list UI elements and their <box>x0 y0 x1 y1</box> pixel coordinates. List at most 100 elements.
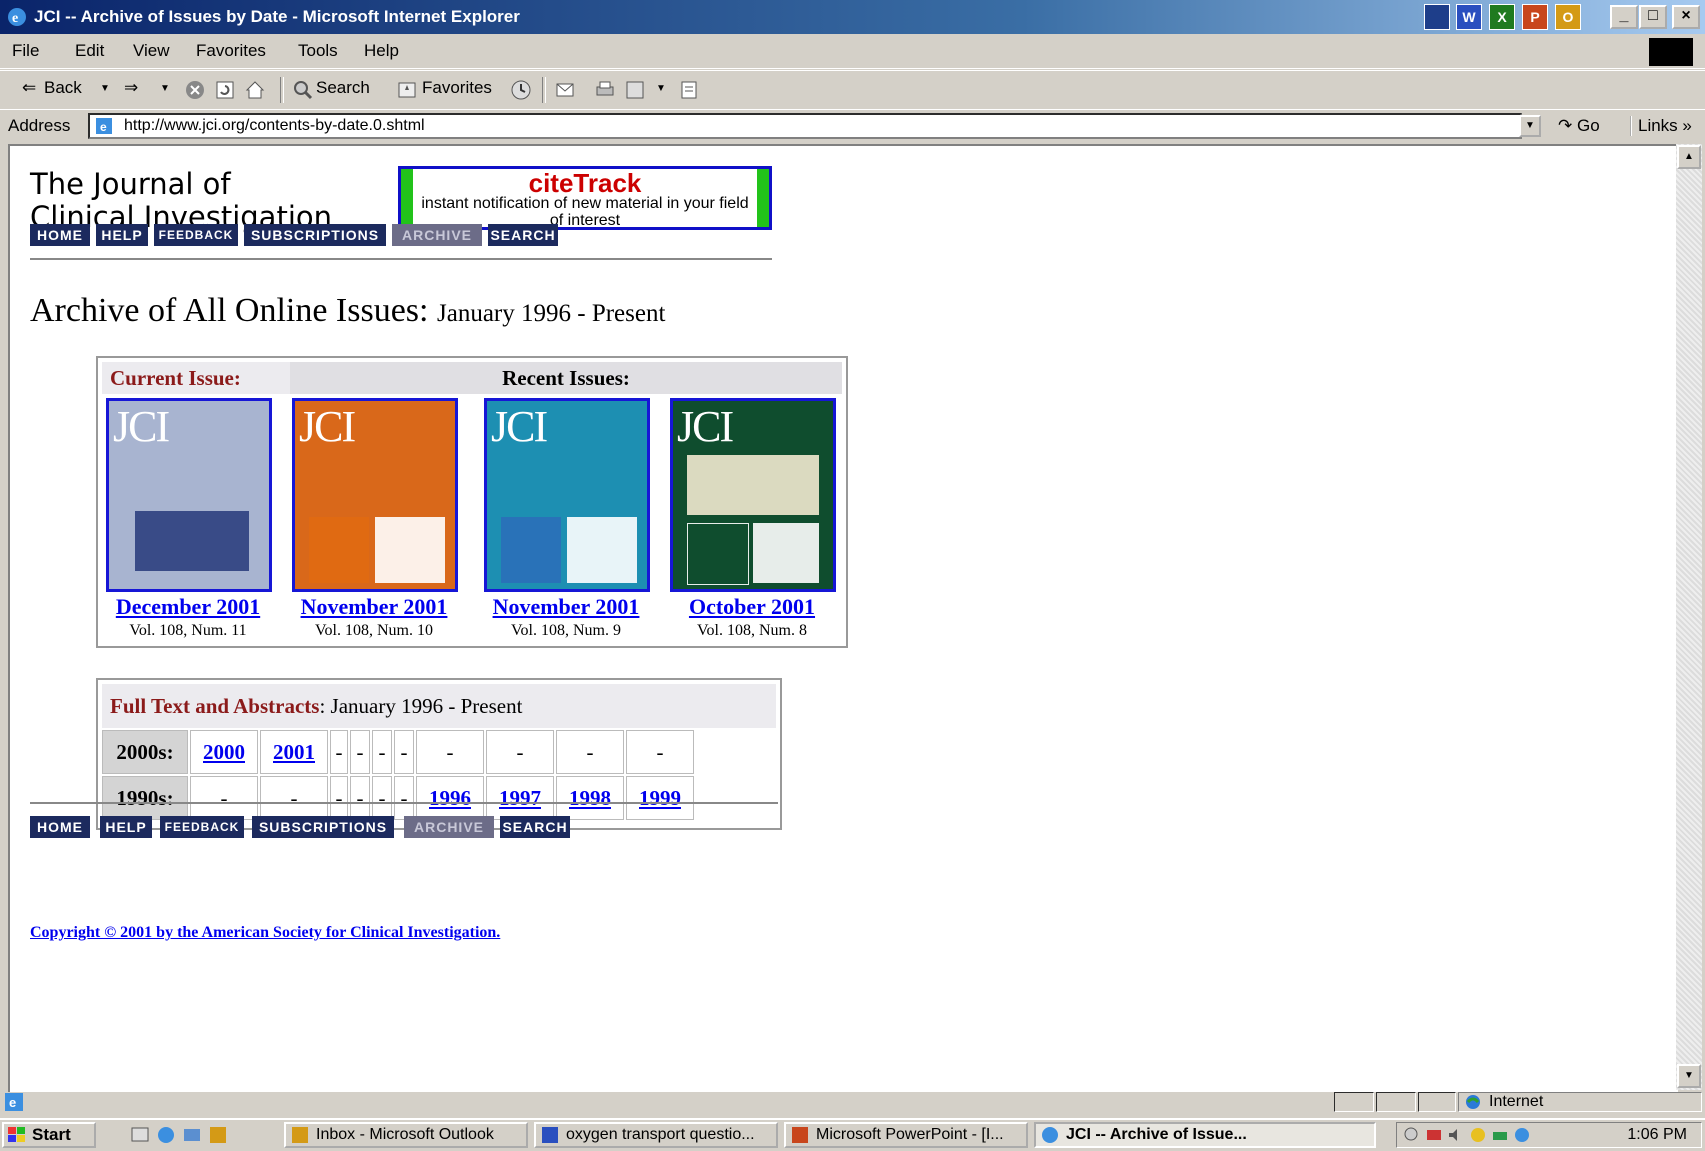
year-cell: - <box>350 776 370 820</box>
issue-cover-0[interactable]: JCI <box>106 398 272 592</box>
nav-search[interactable]: SEARCH <box>500 816 570 838</box>
issue-cover-3[interactable]: JCI <box>670 398 836 592</box>
search-icon[interactable] <box>292 79 314 101</box>
print-icon[interactable] <box>594 79 616 101</box>
year-cell: - <box>394 730 414 774</box>
edit-icon[interactable] <box>624 79 646 101</box>
favorites-icon[interactable] <box>396 79 418 101</box>
minimize-button[interactable]: _ <box>1610 5 1638 29</box>
show-desktop-icon[interactable] <box>130 1125 150 1145</box>
nav-home[interactable]: HOME <box>30 224 90 246</box>
nav-help[interactable]: HELP <box>96 224 148 246</box>
issue-link-0[interactable]: December 2001 <box>98 594 278 620</box>
tray-app-icon[interactable] <box>1469 1126 1487 1144</box>
ie-quicklaunch-icon[interactable] <box>156 1125 176 1145</box>
vertical-scrollbar[interactable]: ▲ ▼ <box>1676 144 1702 1090</box>
year-cell: - <box>394 776 414 820</box>
forward-arrow-icon[interactable]: ⇒ <box>124 78 138 98</box>
address-field[interactable]: e <box>88 113 1522 139</box>
excel-icon[interactable]: X <box>1489 4 1515 30</box>
history-icon[interactable] <box>510 79 532 101</box>
issue-volume-0: Vol. 108, Num. 11 <box>129 622 247 639</box>
ie-icon: e <box>8 8 26 26</box>
copyright-link[interactable]: Copyright © 2001 by the American Society… <box>30 924 500 942</box>
close-button[interactable]: × <box>1672 5 1700 29</box>
issue-cover-2[interactable]: JCI <box>484 398 650 592</box>
nav-help[interactable]: HELP <box>100 816 152 838</box>
mail-icon[interactable] <box>554 79 576 101</box>
home-icon[interactable] <box>244 79 266 101</box>
year-link-1996[interactable]: 1996 <box>429 786 471 810</box>
menu-edit[interactable]: Edit <box>75 41 104 61</box>
year-link-1998[interactable]: 1998 <box>569 786 611 810</box>
task-powerpoint[interactable]: Microsoft PowerPoint - [I... <box>784 1122 1028 1148</box>
task-outlook[interactable]: Inbox - Microsoft Outlook <box>284 1122 528 1148</box>
outlook-quicklaunch-icon[interactable] <box>182 1125 202 1145</box>
scroll-down-button[interactable]: ▼ <box>1677 1064 1701 1088</box>
issue-link-1[interactable]: November 2001 <box>284 594 464 620</box>
nav-archive[interactable]: ARCHIVE <box>392 224 482 246</box>
tray-network-icon[interactable] <box>1425 1126 1443 1144</box>
stop-icon[interactable] <box>184 79 206 101</box>
year-link-2000[interactable]: 2000 <box>203 740 245 764</box>
decade-label: 1990s: <box>102 776 188 820</box>
discuss-icon[interactable] <box>678 79 700 101</box>
address-label: Address <box>8 116 71 135</box>
status-pane <box>1334 1092 1374 1112</box>
scroll-up-button[interactable]: ▲ <box>1677 145 1701 169</box>
edit-dropdown-icon[interactable]: ▼ <box>656 83 666 94</box>
task-word[interactable]: oxygen transport questio... <box>534 1122 778 1148</box>
citetrack-banner[interactable]: citeTrack instant notification of new ma… <box>398 166 772 230</box>
issue-volume-1: Vol. 108, Num. 10 <box>315 622 433 639</box>
app-quicklaunch-icon[interactable] <box>208 1125 228 1145</box>
nav-subscriptions[interactable]: SUBSCRIPTIONS <box>244 224 386 246</box>
menu-help[interactable]: Help <box>364 41 399 61</box>
year-link-2001[interactable]: 2001 <box>273 740 315 764</box>
powerpoint-icon[interactable]: P <box>1522 4 1548 30</box>
links-button[interactable]: Links » <box>1630 116 1692 136</box>
tray-sync-icon[interactable] <box>1513 1126 1531 1144</box>
menu-tools[interactable]: Tools <box>298 41 338 61</box>
issue-cover-1[interactable]: JCI <box>292 398 458 592</box>
nav-search[interactable]: SEARCH <box>488 224 558 246</box>
svg-text:e: e <box>100 120 107 134</box>
quick-launch-icon[interactable] <box>1424 4 1450 30</box>
tray-search-icon[interactable] <box>1403 1126 1421 1144</box>
nav-home[interactable]: HOME <box>30 816 90 838</box>
search-button[interactable]: Search <box>316 78 370 98</box>
word-icon[interactable]: W <box>1456 4 1482 30</box>
go-arrow-icon: ↷ <box>1558 116 1577 135</box>
menu-view[interactable]: View <box>133 41 170 61</box>
nav-feedback[interactable]: FEEDBACK <box>160 816 244 838</box>
address-bar: Address e ▼ ↷ Go Links » <box>0 109 1705 142</box>
cover-logo: JCI <box>113 402 170 451</box>
address-input[interactable] <box>124 116 1424 136</box>
favorites-button[interactable]: Favorites <box>422 78 492 98</box>
menu-file[interactable]: File <box>12 41 39 61</box>
globe-icon <box>1466 1095 1480 1109</box>
issue-link-3[interactable]: October 2001 <box>662 594 842 620</box>
year-link-1999[interactable]: 1999 <box>639 786 681 810</box>
back-button[interactable]: Back <box>44 78 82 98</box>
start-button[interactable]: Start <box>2 1122 96 1148</box>
nav-archive[interactable]: ARCHIVE <box>404 816 494 838</box>
address-dropdown-button[interactable]: ▼ <box>1519 115 1541 137</box>
tray-printer-icon[interactable] <box>1491 1126 1509 1144</box>
issues-table: Current Issue: Recent Issues: JCI JCI JC… <box>96 356 848 648</box>
back-dropdown-icon[interactable]: ▼ <box>100 83 110 94</box>
nav-feedback[interactable]: FEEDBACK <box>154 224 238 246</box>
go-button[interactable]: ↷ Go <box>1558 116 1600 136</box>
svg-text:e: e <box>12 11 18 26</box>
go-label: Go <box>1576 116 1600 135</box>
maximize-button[interactable]: □ <box>1639 5 1667 29</box>
nav-subscriptions[interactable]: SUBSCRIPTIONS <box>252 816 394 838</box>
outlook-icon[interactable]: O <box>1555 4 1581 30</box>
menu-favorites[interactable]: Favorites <box>196 41 266 61</box>
issue-link-2[interactable]: November 2001 <box>476 594 656 620</box>
refresh-icon[interactable] <box>214 79 236 101</box>
volume-icon[interactable] <box>1447 1126 1465 1144</box>
forward-dropdown-icon[interactable]: ▼ <box>160 83 170 94</box>
task-ie[interactable]: JCI -- Archive of Issue... <box>1034 1122 1376 1148</box>
back-arrow-icon[interactable]: ⇐ <box>22 78 36 98</box>
year-link-1997[interactable]: 1997 <box>499 786 541 810</box>
